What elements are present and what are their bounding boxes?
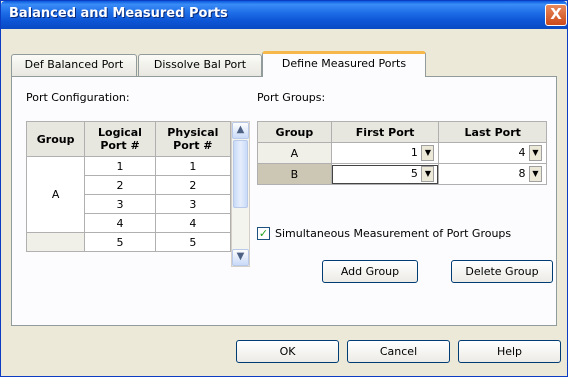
logical-port-cell[interactable]: 4	[84, 213, 156, 233]
simultaneous-checkbox[interactable]: ✓	[257, 227, 270, 240]
first-port-select[interactable]: 1 ▼	[330, 142, 440, 164]
ok-button[interactable]: OK	[236, 340, 339, 363]
window-title: Balanced and Measured Ports	[9, 6, 228, 21]
col-header-group: Group	[257, 121, 332, 143]
port-groups-label: Port Groups:	[257, 91, 326, 104]
chevron-down-icon: ▼	[236, 251, 245, 262]
physical-port-cell[interactable]: 4	[154, 213, 232, 233]
group-cell[interactable]	[25, 232, 86, 252]
first-port-value: 5	[410, 167, 418, 180]
first-port-value: 1	[410, 146, 418, 159]
dropdown-arrow-icon[interactable]: ▼	[421, 145, 435, 161]
group-cell: A	[257, 142, 332, 164]
title-bar[interactable]: Balanced and Measured Ports X	[1, 1, 567, 29]
table-row[interactable]: A 1 1	[25, 156, 232, 233]
dropdown-arrow-icon[interactable]: ▼	[421, 166, 435, 182]
last-port-value: 8	[518, 167, 526, 180]
logical-port-cell[interactable]: 5	[84, 232, 156, 252]
physical-port-cell[interactable]: 3	[154, 194, 232, 214]
last-port-value: 4	[518, 146, 526, 159]
close-button[interactable]: X	[545, 4, 567, 26]
checkmark-icon: ✓	[258, 227, 269, 240]
physical-port-cell[interactable]: 2	[154, 175, 232, 195]
logical-port-cell[interactable]: 2	[84, 175, 156, 195]
delete-group-button[interactable]: Delete Group	[451, 260, 553, 283]
dropdown-arrow-icon[interactable]: ▼	[529, 145, 542, 161]
scroll-thumb[interactable]	[233, 140, 248, 208]
simultaneous-label: Simultaneous Measurement of Port Groups	[275, 227, 512, 240]
group-a-cell[interactable]: A	[25, 156, 86, 233]
add-group-button[interactable]: Add Group	[322, 260, 418, 283]
col-header-group: Group	[25, 121, 86, 157]
logical-port-cell[interactable]: 1	[84, 156, 156, 176]
table-row[interactable]: A 1 ▼ 4 ▼	[257, 142, 547, 164]
col-header-last-port: Last Port	[438, 121, 547, 143]
tab-dissolve-bal-port[interactable]: Dissolve Bal Port	[138, 54, 262, 76]
col-header-first-port: First Port	[330, 121, 440, 143]
chevron-up-icon: ▲	[236, 124, 245, 135]
tab-define-measured-ports[interactable]: Define Measured Ports	[262, 51, 426, 77]
port-config-table: Group Logical Port # Physical Port # A 1…	[25, 121, 232, 252]
physical-port-cell[interactable]: 5	[154, 232, 232, 252]
port-config-label: Port Configuration:	[26, 91, 130, 104]
group-cell: B	[257, 163, 332, 185]
col-header-physical-port: Physical Port #	[154, 121, 232, 157]
physical-port-cell[interactable]: 1	[154, 156, 232, 176]
tab-panel: Port Configuration: Group Logical Port #…	[11, 76, 557, 326]
help-button[interactable]: Help	[458, 340, 561, 363]
last-port-select[interactable]: 8 ▼	[438, 163, 547, 185]
cancel-button[interactable]: Cancel	[347, 340, 450, 363]
first-port-select[interactable]: 5 ▼	[330, 163, 440, 185]
port-config-scrollbar[interactable]: ▲ ▼	[231, 121, 250, 267]
scroll-down-button[interactable]: ▼	[232, 249, 249, 266]
dropdown-arrow-icon[interactable]: ▼	[529, 166, 542, 182]
close-icon: X	[550, 5, 562, 23]
port-groups-table: Group First Port Last Port A 1 ▼ 4 ▼ B 5…	[257, 121, 547, 185]
last-port-select[interactable]: 4 ▼	[438, 142, 547, 164]
table-row-selected[interactable]: B 5 ▼ 8 ▼	[257, 163, 547, 185]
logical-port-cell[interactable]: 3	[84, 194, 156, 214]
col-header-logical-port: Logical Port #	[84, 121, 156, 157]
table-row[interactable]: 5 5	[25, 232, 232, 252]
scroll-up-button[interactable]: ▲	[232, 122, 249, 139]
tab-def-balanced-port[interactable]: Def Balanced Port	[11, 54, 137, 76]
dialog-window: Balanced and Measured Ports X Def Balanc…	[0, 0, 568, 377]
